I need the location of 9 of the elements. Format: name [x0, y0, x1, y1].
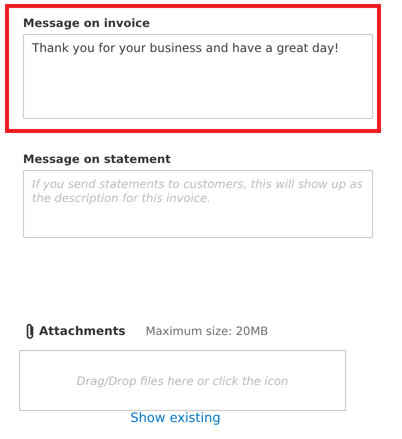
drop-hint: Drag/Drop files here or click the icon: [76, 374, 288, 388]
paperclip-icon[interactable]: [25, 322, 35, 340]
field-label: Message on invoice: [23, 16, 151, 30]
attachments-title: Attachments: [39, 324, 126, 338]
show-existing-link[interactable]: Show existing: [130, 411, 221, 426]
size-limit: Maximum size: 20MB: [146, 324, 268, 338]
field-label: Message on statement: [23, 152, 172, 166]
text-area[interactable]: Thank you for your business and have a great day!: [23, 34, 373, 119]
text-area[interactable]: If you send statements to customers, this will show up as the description for this invoice.: [23, 170, 373, 238]
